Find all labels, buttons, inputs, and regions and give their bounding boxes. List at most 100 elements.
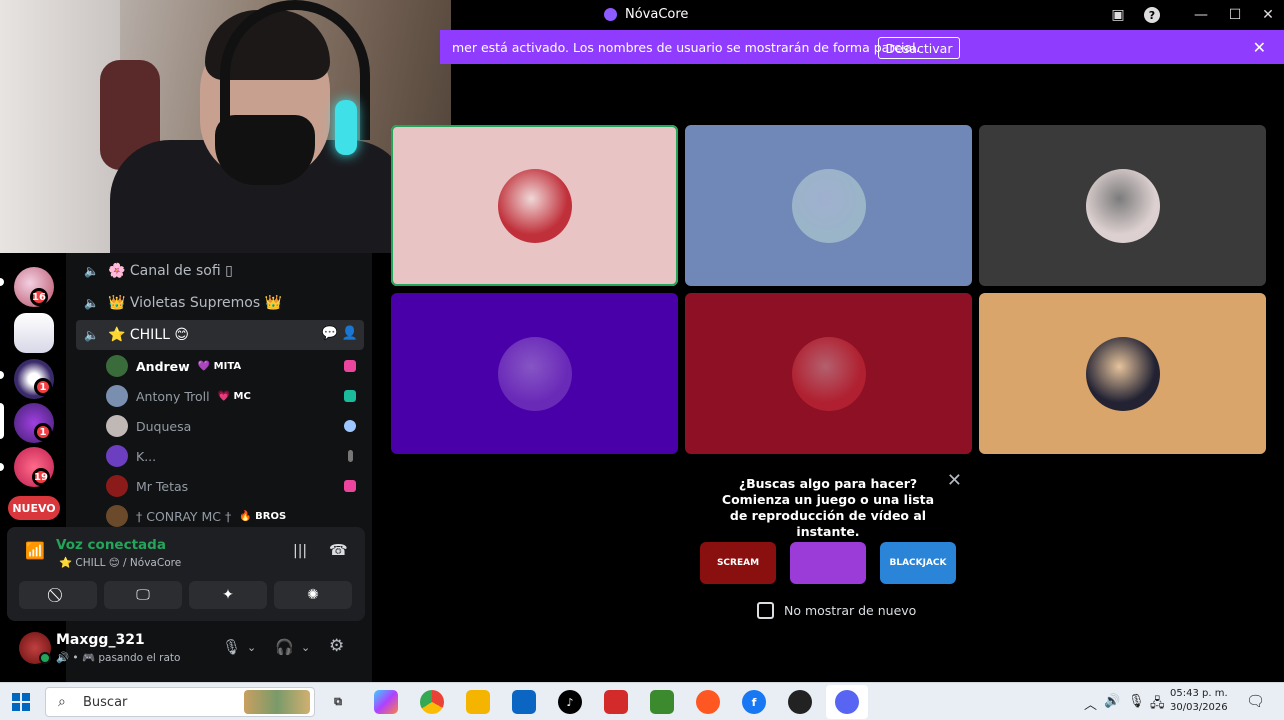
soundboard-icon[interactable]: ||| <box>293 543 307 559</box>
chevron-down-icon[interactable]: ⌄ <box>301 641 310 654</box>
soundboard-button[interactable]: ✺ <box>274 581 352 609</box>
minimize-button[interactable]: — <box>1188 4 1214 26</box>
user-status: 🔊 • 🎮 pasando el rato <box>56 652 181 664</box>
taskbar-search[interactable]: ⌕ Buscar <box>45 687 315 717</box>
settings-gear-icon[interactable]: ⚙ <box>329 636 344 656</box>
activities-button[interactable]: ✦ <box>189 581 267 609</box>
avatar <box>106 475 128 497</box>
screen-share-icon[interactable]: ▣ <box>1105 4 1131 26</box>
clock-date: 30/03/2026 <box>1170 702 1228 713</box>
window-title: NóvaCore <box>604 7 688 22</box>
member-row[interactable]: Mr Tetas <box>106 473 356 499</box>
voice-channel-sofi[interactable]: 🔈 🌸 Canal de sofi ▯ <box>76 257 364 285</box>
task-view-icon[interactable]: ⧉ <box>326 690 350 714</box>
member-row[interactable]: † CONRAY MC † 🔥 BROS <box>106 503 356 529</box>
signal-icon[interactable]: 📶 <box>25 541 45 560</box>
mention-badge: 1 <box>34 378 52 396</box>
member-name: Antony Troll <box>136 388 210 404</box>
speaker-icon: 🔈 <box>84 328 99 342</box>
outlook-icon[interactable] <box>512 690 536 714</box>
channel-name: ⭐ CHILL 😊 <box>108 327 189 343</box>
tiktok-icon[interactable]: ♪ <box>558 690 582 714</box>
game-purple[interactable] <box>790 542 866 584</box>
camera-off-button[interactable]: ⃠ <box>19 581 97 609</box>
photos-icon[interactable] <box>604 690 628 714</box>
avatar <box>791 336 866 411</box>
network-icon[interactable]: 🖧 <box>1150 694 1165 716</box>
close-icon[interactable]: ✕ <box>1253 38 1266 57</box>
checkbox[interactable] <box>757 602 774 619</box>
window-title-text: NóvaCore <box>625 7 689 22</box>
microphone-icon[interactable]: 🎙 <box>1128 694 1145 709</box>
disconnect-icon[interactable]: ☎ <box>329 541 348 559</box>
volume-icon[interactable]: 🔊 <box>1104 694 1120 709</box>
close-icon[interactable]: ✕ <box>947 470 962 491</box>
share-screen-button[interactable]: 🖵 <box>104 581 182 609</box>
member-row[interactable]: Antony Troll 💗 MC <box>106 383 356 409</box>
member-tag: 💗 MC <box>217 390 251 402</box>
server-icon[interactable] <box>14 313 54 353</box>
file-explorer-icon[interactable] <box>466 690 490 714</box>
system-clock[interactable]: 05:43 p. m. 30/03/2026 <box>1170 687 1228 715</box>
windows-taskbar: ⌕ Buscar ⧉ ♪ f ︿ 🔊 🎙 🖧 05:43 p. m. 30/03… <box>0 682 1284 720</box>
voice-channel-chill[interactable]: 🔈 ⭐ CHILL 😊 💬 👤 <box>76 320 364 350</box>
facebook-icon[interactable]: f <box>742 690 766 714</box>
video-tile[interactable] <box>685 125 972 286</box>
selected-server-pill <box>0 403 4 439</box>
app-icon[interactable] <box>788 690 812 714</box>
video-tile[interactable] <box>685 293 972 454</box>
headphones-icon[interactable]: 🎧 <box>275 638 294 656</box>
minecraft-icon[interactable] <box>650 690 674 714</box>
chevron-down-icon[interactable]: ⌄ <box>247 641 256 654</box>
avatar <box>106 505 128 527</box>
activity-icon <box>344 480 356 492</box>
crunchyroll-icon[interactable] <box>696 690 720 714</box>
unread-pill <box>0 371 4 379</box>
member-row[interactable]: K... <box>106 443 356 469</box>
invite-icon[interactable]: 👤 <box>342 326 358 341</box>
close-window-button[interactable]: ✕ <box>1255 4 1281 26</box>
activity-icon <box>344 420 356 432</box>
activity-icon <box>344 390 356 402</box>
start-button[interactable] <box>12 693 30 711</box>
video-tile[interactable] <box>979 293 1266 454</box>
game-scream[interactable]: SCREAM <box>700 542 776 584</box>
video-tile[interactable] <box>391 125 678 286</box>
new-badge[interactable]: NUEVO <box>8 496 60 520</box>
mic-icon <box>348 450 353 462</box>
search-input[interactable]: Buscar <box>83 695 127 710</box>
member-tag: 🔥 BROS <box>239 510 287 522</box>
help-icon[interactable]: ? <box>1139 4 1165 26</box>
deactivate-button[interactable]: Desactivar <box>878 37 960 59</box>
video-tile[interactable] <box>979 125 1266 286</box>
avatar <box>106 355 128 377</box>
chrome-icon[interactable] <box>420 690 444 714</box>
maximize-button[interactable]: ☐ <box>1222 4 1248 26</box>
voice-channel-path[interactable]: ⭐ CHILL 😊 / NóvaCore <box>59 556 181 569</box>
member-name: Mr Tetas <box>136 478 189 494</box>
video-tile[interactable] <box>391 293 678 454</box>
voice-status[interactable]: Voz conectada <box>56 537 166 553</box>
avatar <box>1085 168 1160 243</box>
member-row[interactable]: Duquesa <box>106 413 356 439</box>
notifications-icon[interactable]: 🗨 <box>1246 692 1265 710</box>
copilot-icon[interactable] <box>374 690 398 714</box>
voice-channel-violetas[interactable]: 🔈 👑 Violetas Supremos 👑 <box>76 289 364 317</box>
avatar <box>791 168 866 243</box>
discord-icon[interactable] <box>835 690 859 714</box>
chat-icon[interactable]: 💬 <box>322 326 338 341</box>
game-label: SCREAM <box>716 558 760 568</box>
dont-show-again[interactable]: No mostrar de nuevo <box>757 602 916 619</box>
username[interactable]: Maxgg_321 <box>56 632 145 648</box>
voice-connected-panel: 📶 Voz conectada ⭐ CHILL 😊 / NóvaCore |||… <box>7 527 365 621</box>
clock-time: 05:43 p. m. <box>1170 688 1228 699</box>
avatar <box>106 385 128 407</box>
unread-pill <box>0 278 4 286</box>
streamer-mode-banner: mer está activado. Los nombres de usuari… <box>440 30 1284 64</box>
chevron-up-icon[interactable]: ︿ <box>1084 694 1097 713</box>
search-highlight-image <box>244 690 310 714</box>
game-blackjack[interactable]: BLACKJACK <box>880 542 956 584</box>
microphone-icon[interactable]: 🎙 <box>222 638 241 656</box>
member-row[interactable]: Andrew 💜 MITA <box>106 353 356 379</box>
member-name: † CONRAY MC † <box>136 508 232 524</box>
